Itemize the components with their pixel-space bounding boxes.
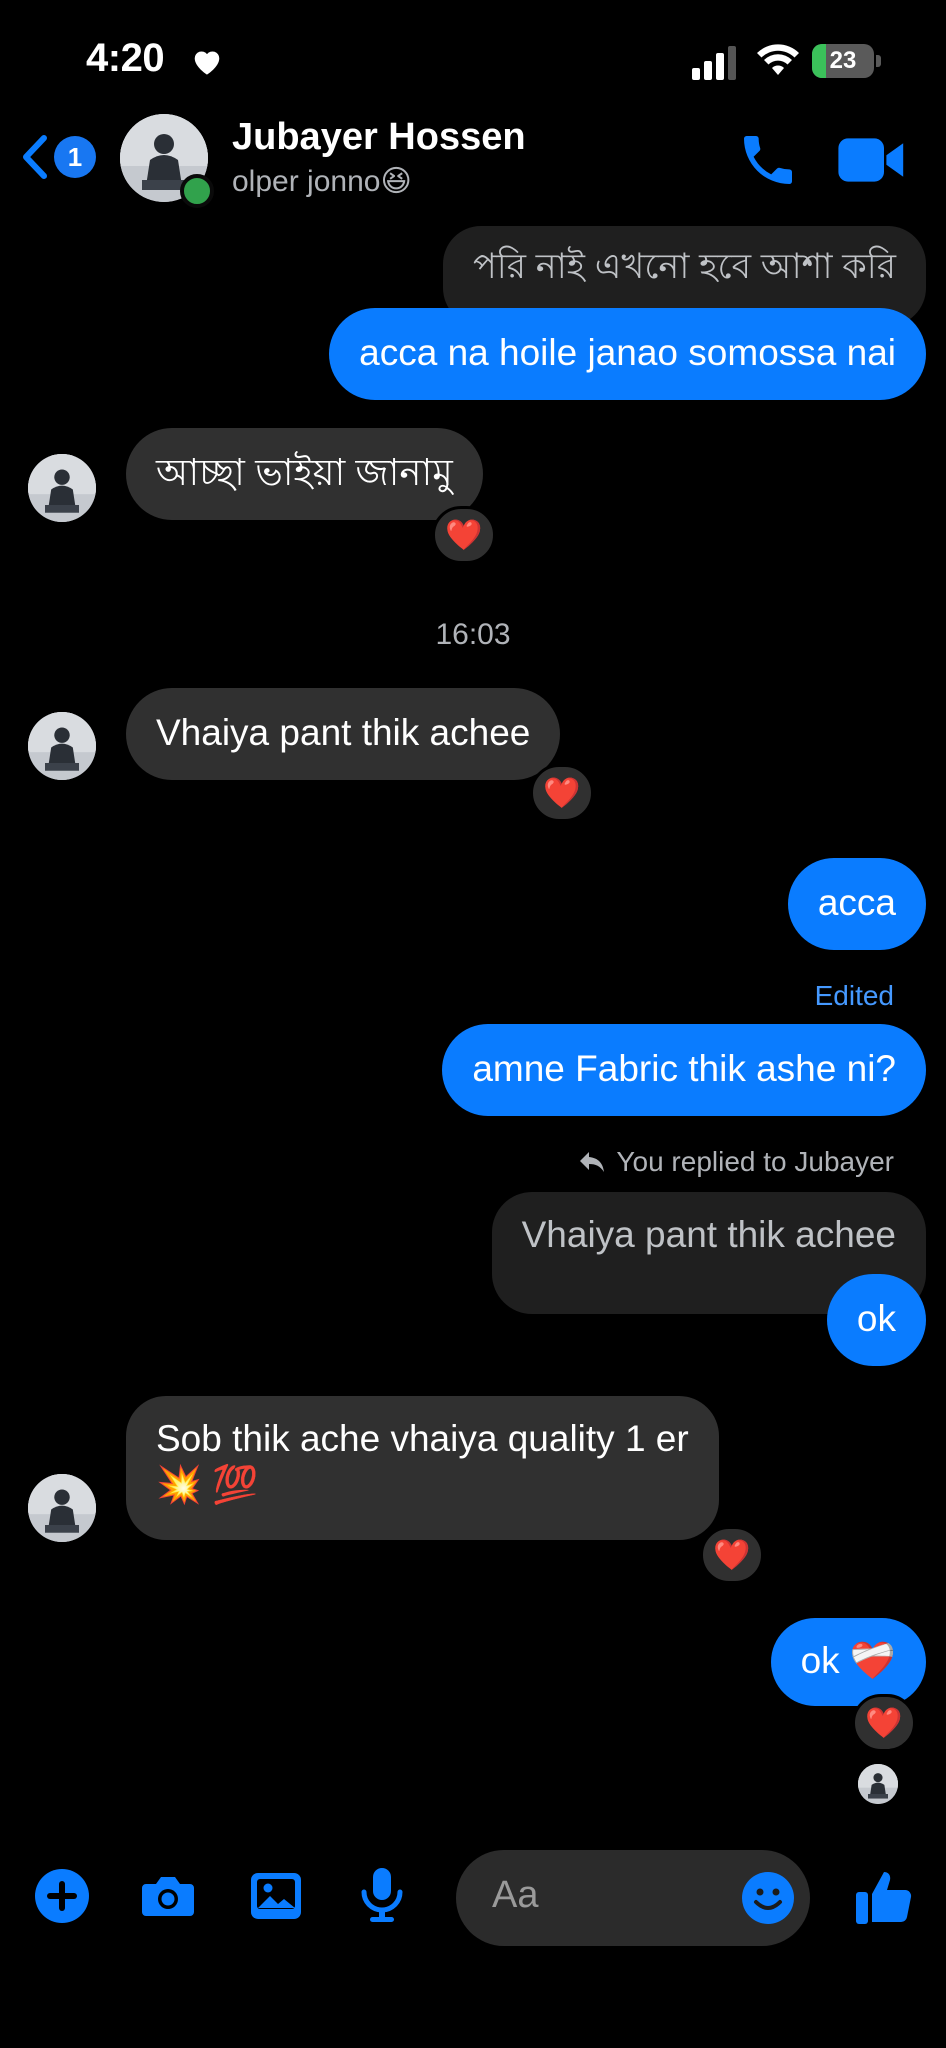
message-text: amne Fabric thik ashe ni? xyxy=(472,1048,896,1089)
battery-percentage: 23 xyxy=(829,47,857,74)
message-text: ok ❤️‍🩹 xyxy=(800,1640,896,1681)
heart-reaction-icon: ❤️ xyxy=(865,1706,903,1740)
microphone-icon[interactable] xyxy=(352,1864,412,1924)
chevron-left-icon xyxy=(23,135,47,179)
contact-subtitle: olper jonno😆 xyxy=(232,165,412,198)
reaction-badge[interactable]: ❤️ xyxy=(432,506,496,564)
message-text: acca xyxy=(817,882,896,923)
heart-status-icon xyxy=(194,51,220,75)
reaction-badge[interactable]: ❤️ xyxy=(700,1526,764,1584)
wifi-icon xyxy=(757,44,799,75)
contact-avatar-small[interactable] xyxy=(28,1474,96,1542)
cellular-signal-icon xyxy=(692,46,736,80)
message-text: acca na hoile janao somossa nai xyxy=(359,332,896,373)
message-emoji: 💥 💯 xyxy=(156,1464,259,1505)
thumbs-up-icon[interactable] xyxy=(852,1864,916,1928)
reply-label: You replied to Jubayer xyxy=(616,1146,894,1177)
message-input[interactable]: Aa xyxy=(456,1850,810,1946)
quoted-message-text: পরি নাই এখনো হবে আশা করি xyxy=(473,247,896,286)
reply-arrow-icon xyxy=(580,1152,605,1172)
unread-count-badge: 1 xyxy=(54,136,96,178)
quoted-message-text: Vhaiya pant thik achee xyxy=(521,1214,896,1255)
video-camera-icon[interactable] xyxy=(836,128,908,192)
battery-indicator: 23 xyxy=(812,42,884,82)
edited-label: Edited xyxy=(814,980,894,1011)
message-text: আচ্ছা ভাইয়া জানামু xyxy=(156,452,453,493)
message-timestamp: 16:03 xyxy=(435,618,511,651)
sent-message[interactable]: acca xyxy=(787,858,926,950)
reply-indicator: You replied to Jubayer xyxy=(578,1146,894,1178)
sent-message[interactable]: amne Fabric thik ashe ni? xyxy=(442,1024,926,1116)
contact-avatar-small[interactable] xyxy=(28,454,96,522)
contact-avatar-small[interactable] xyxy=(28,712,96,780)
emoji-icon[interactable] xyxy=(740,1870,796,1926)
reaction-badge[interactable]: ❤️ xyxy=(852,1694,916,1752)
phone-icon[interactable] xyxy=(736,128,800,192)
contact-name[interactable]: Jubayer Hossen xyxy=(232,116,526,159)
heart-reaction-icon: ❤️ xyxy=(713,1538,751,1572)
online-status-dot xyxy=(180,174,214,208)
heart-reaction-icon: ❤️ xyxy=(543,776,581,810)
status-time: 4:20 xyxy=(86,36,165,80)
message-text: Sob thik ache vhaiya quality 1 er xyxy=(156,1418,689,1459)
sent-message[interactable]: acca na hoile janao somossa nai xyxy=(329,308,926,400)
gallery-icon[interactable] xyxy=(246,1866,306,1926)
seen-avatar xyxy=(858,1764,898,1804)
received-message[interactable]: Vhaiya pant thik achee xyxy=(126,688,561,780)
received-message[interactable]: Sob thik ache vhaiya quality 1 er 💥 💯 xyxy=(126,1396,719,1540)
received-message[interactable]: আচ্ছা ভাইয়া জানামু xyxy=(126,428,483,520)
sent-message[interactable]: ok xyxy=(826,1274,926,1366)
message-input-placeholder: Aa xyxy=(492,1874,539,1916)
sent-message[interactable]: ok ❤️‍🩹 xyxy=(770,1618,926,1706)
message-text: Vhaiya pant thik achee xyxy=(156,712,531,753)
plus-icon[interactable] xyxy=(32,1866,92,1926)
reaction-badge[interactable]: ❤️ xyxy=(530,764,594,822)
message-text: ok xyxy=(856,1298,896,1339)
camera-icon[interactable] xyxy=(138,1866,198,1926)
back-button[interactable]: 1 xyxy=(18,132,98,182)
heart-reaction-icon: ❤️ xyxy=(445,518,483,552)
